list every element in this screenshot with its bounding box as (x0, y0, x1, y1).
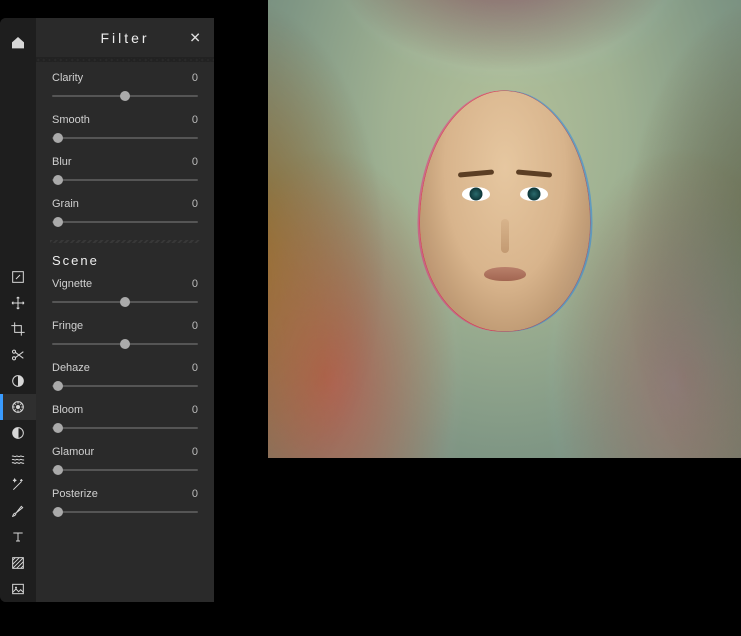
panel-header: Filter ✕ (36, 18, 214, 58)
close-icon[interactable]: ✕ (189, 29, 204, 46)
canvas-viewport[interactable] (268, 0, 741, 458)
halfcirc-icon (10, 425, 26, 441)
brush-icon (10, 503, 26, 519)
control-glamour: Glamour 0 (52, 446, 198, 476)
control-value: 0 (192, 488, 198, 500)
panel-title: Filter (100, 30, 149, 46)
editor-sidebar: Filter ✕ Clarity 0 Smooth 0 Blur 0 Grain 0 Scene… (0, 18, 214, 602)
tool-draw[interactable] (0, 498, 36, 524)
tool-tone[interactable] (0, 420, 36, 446)
tool-liquify[interactable] (0, 446, 36, 472)
slider-thumb[interactable] (53, 381, 63, 391)
crop-icon (10, 321, 26, 337)
control-dehaze: Dehaze 0 (52, 362, 198, 392)
control-grain: Grain 0 (52, 198, 198, 228)
control-label: Bloom (52, 404, 83, 416)
control-label: Glamour (52, 446, 94, 458)
slider-thumb[interactable] (120, 91, 130, 101)
slider-thumb[interactable] (53, 507, 63, 517)
contrast-icon (10, 373, 26, 389)
arrows-icon (10, 295, 26, 311)
tool-resize[interactable] (0, 264, 36, 290)
tool-text[interactable] (0, 524, 36, 550)
slider-grain[interactable] (52, 216, 198, 228)
control-blur: Blur 0 (52, 156, 198, 186)
photo-fringe-effect (268, 0, 741, 458)
slider-thumb[interactable] (53, 217, 63, 227)
tool-image[interactable] (0, 576, 36, 602)
section-divider (50, 240, 200, 243)
home-button[interactable] (0, 30, 36, 56)
control-label: Dehaze (52, 362, 90, 374)
slider-thumb[interactable] (53, 133, 63, 143)
slider-thumb[interactable] (120, 297, 130, 307)
control-fringe: Fringe 0 (52, 320, 198, 350)
control-value: 0 (192, 156, 198, 168)
slider-thumb[interactable] (120, 339, 130, 349)
tool-crop[interactable] (0, 316, 36, 342)
control-value: 0 (192, 362, 198, 374)
control-label: Blur (52, 156, 72, 168)
tool-filter[interactable] (0, 394, 36, 420)
tool-rail (0, 18, 36, 602)
control-label: Fringe (52, 320, 83, 332)
control-smooth: Smooth 0 (52, 114, 198, 144)
control-value: 0 (192, 446, 198, 458)
filter-panel: Filter ✕ Clarity 0 Smooth 0 Blur 0 Grain 0 Scene… (36, 18, 214, 602)
tool-heal[interactable] (0, 472, 36, 498)
control-value: 0 (192, 72, 198, 84)
image-icon (10, 581, 26, 597)
slider-smooth[interactable] (52, 132, 198, 144)
waves-icon (10, 451, 26, 467)
slider-posterize[interactable] (52, 506, 198, 518)
control-vignette: Vignette 0 (52, 278, 198, 308)
control-value: 0 (192, 404, 198, 416)
control-value: 0 (192, 320, 198, 332)
control-label: Posterize (52, 488, 98, 500)
hatch-icon (10, 555, 26, 571)
text-icon (10, 529, 26, 545)
tool-adjust[interactable] (0, 368, 36, 394)
control-label: Smooth (52, 114, 90, 126)
slider-bloom[interactable] (52, 422, 198, 434)
control-value: 0 (192, 198, 198, 210)
slider-fringe[interactable] (52, 338, 198, 350)
control-clarity: Clarity 0 (52, 72, 198, 102)
aperture-icon (10, 399, 26, 415)
control-value: 0 (192, 278, 198, 290)
slider-thumb[interactable] (53, 423, 63, 433)
slider-dehaze[interactable] (52, 380, 198, 392)
control-posterize: Posterize 0 (52, 488, 198, 518)
control-value: 0 (192, 114, 198, 126)
slider-thumb[interactable] (53, 465, 63, 475)
scissors-icon (10, 347, 26, 363)
slider-clarity[interactable] (52, 90, 198, 102)
section-title: Scene (52, 253, 198, 268)
slider-vignette[interactable] (52, 296, 198, 308)
slider-thumb[interactable] (53, 175, 63, 185)
control-label: Vignette (52, 278, 92, 290)
control-bloom: Bloom 0 (52, 404, 198, 434)
tool-pattern[interactable] (0, 550, 36, 576)
control-label: Clarity (52, 72, 83, 84)
resize-icon (10, 269, 26, 285)
slider-glamour[interactable] (52, 464, 198, 476)
tool-move[interactable] (0, 290, 36, 316)
wand-icon (10, 477, 26, 493)
tool-cut[interactable] (0, 342, 36, 368)
control-label: Grain (52, 198, 79, 210)
slider-blur[interactable] (52, 174, 198, 186)
